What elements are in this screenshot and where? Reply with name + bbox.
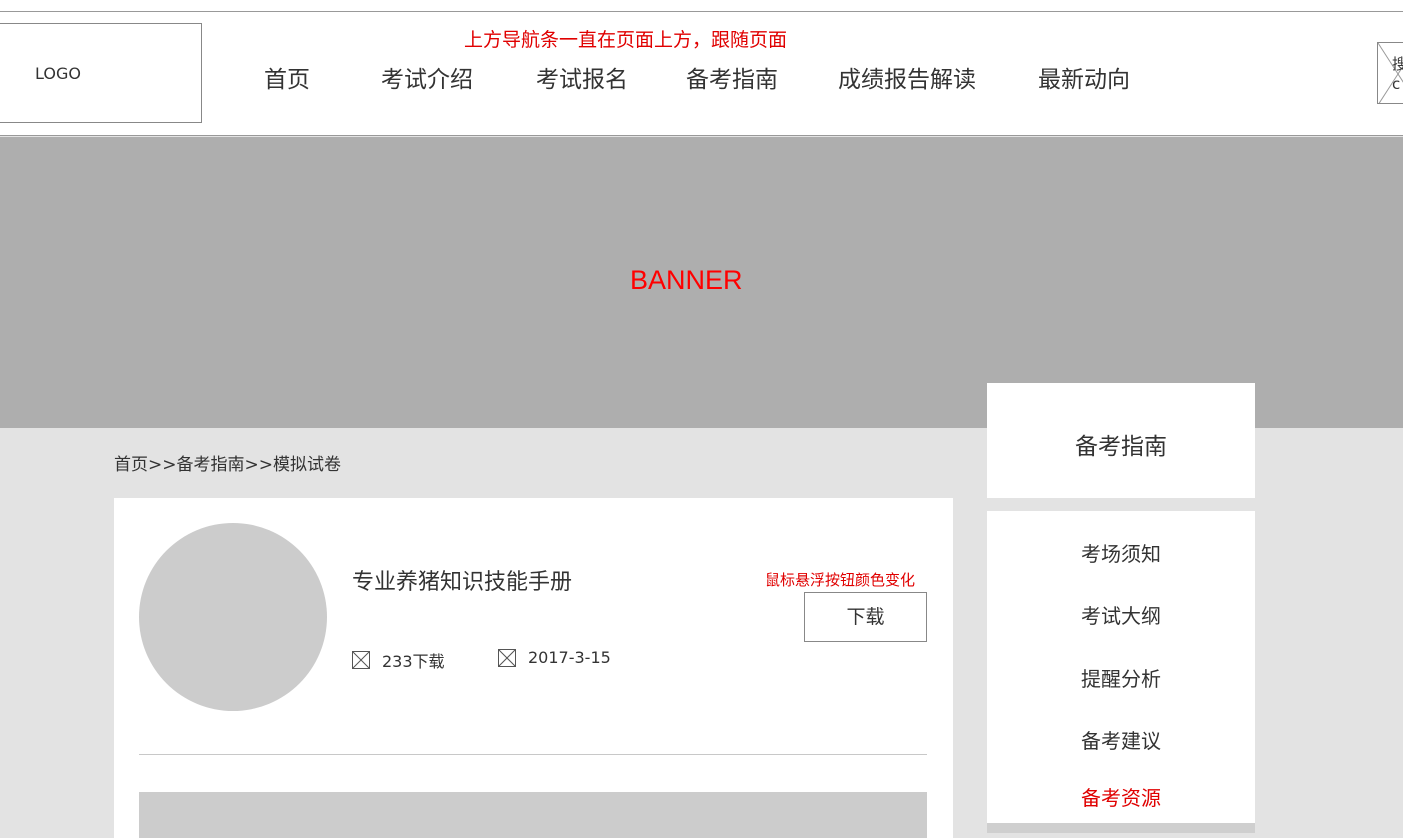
nav-item-latest-news[interactable]: 最新动向 <box>1038 60 1130 94</box>
header-top-line <box>0 11 1403 12</box>
sidebar-item-exam-notice[interactable]: 考场须知 <box>987 538 1255 567</box>
search-icon[interactable]: 搜ic <box>1377 42 1403 104</box>
sidebar-heading: 备考指南 <box>987 383 1255 498</box>
sidebar-bottom-bar <box>987 823 1255 833</box>
download-count: 233下载 <box>352 648 445 672</box>
sidebar-item-advice[interactable]: 备考建议 <box>987 725 1255 754</box>
breadcrumb[interactable]: 首页>>备考指南>>模拟试卷 <box>114 450 341 475</box>
logo[interactable]: LOGO <box>0 23 202 123</box>
sidebar-item-analysis[interactable]: 提醒分析 <box>987 663 1255 692</box>
nav-item-score-report[interactable]: 成绩报告解读 <box>838 60 976 94</box>
sidebar-item-resources[interactable]: 备考资源 <box>987 782 1255 811</box>
download-count-text: 233下载 <box>382 652 445 671</box>
nav-item-exam-intro[interactable]: 考试介绍 <box>381 60 473 94</box>
card-divider <box>139 754 927 755</box>
date-icon <box>498 648 516 667</box>
sidebar-heading-text: 备考指南 <box>1075 434 1167 460</box>
resource-title[interactable]: 专业养猪知识技能手册 <box>352 564 572 596</box>
sidebar-item-syllabus[interactable]: 考试大纲 <box>987 600 1255 629</box>
content-placeholder <box>139 792 927 838</box>
resource-card: 专业养猪知识技能手册 233下载 2017-3-15 鼠标悬浮按钮颜色变化 下载 <box>114 498 953 838</box>
logo-text: LOGO <box>35 64 81 83</box>
top-navbar: LOGO 上方导航条一直在页面上方，跟随页面 首页 考试介绍 考试报名 备考指南… <box>0 0 1403 136</box>
banner-text: BANNER <box>630 265 743 295</box>
hover-annotation: 鼠标悬浮按钮颜色变化 <box>765 571 916 589</box>
resource-thumbnail <box>139 523 327 711</box>
nav-item-home[interactable]: 首页 <box>264 60 310 94</box>
nav-item-study-guide[interactable]: 备考指南 <box>686 60 778 94</box>
header-annotation: 上方导航条一直在页面上方，跟随页面 <box>464 29 788 51</box>
publish-date-text: 2017-3-15 <box>528 648 611 667</box>
download-count-icon <box>352 651 370 669</box>
sidebar-menu: 考场须知 考试大纲 提醒分析 备考建议 备考资源 <box>987 511 1255 823</box>
search-icon-label: 搜ic <box>1392 55 1403 93</box>
download-button[interactable]: 下载 <box>804 592 927 642</box>
publish-date: 2017-3-15 <box>498 648 611 667</box>
nav-item-registration[interactable]: 考试报名 <box>536 60 628 94</box>
